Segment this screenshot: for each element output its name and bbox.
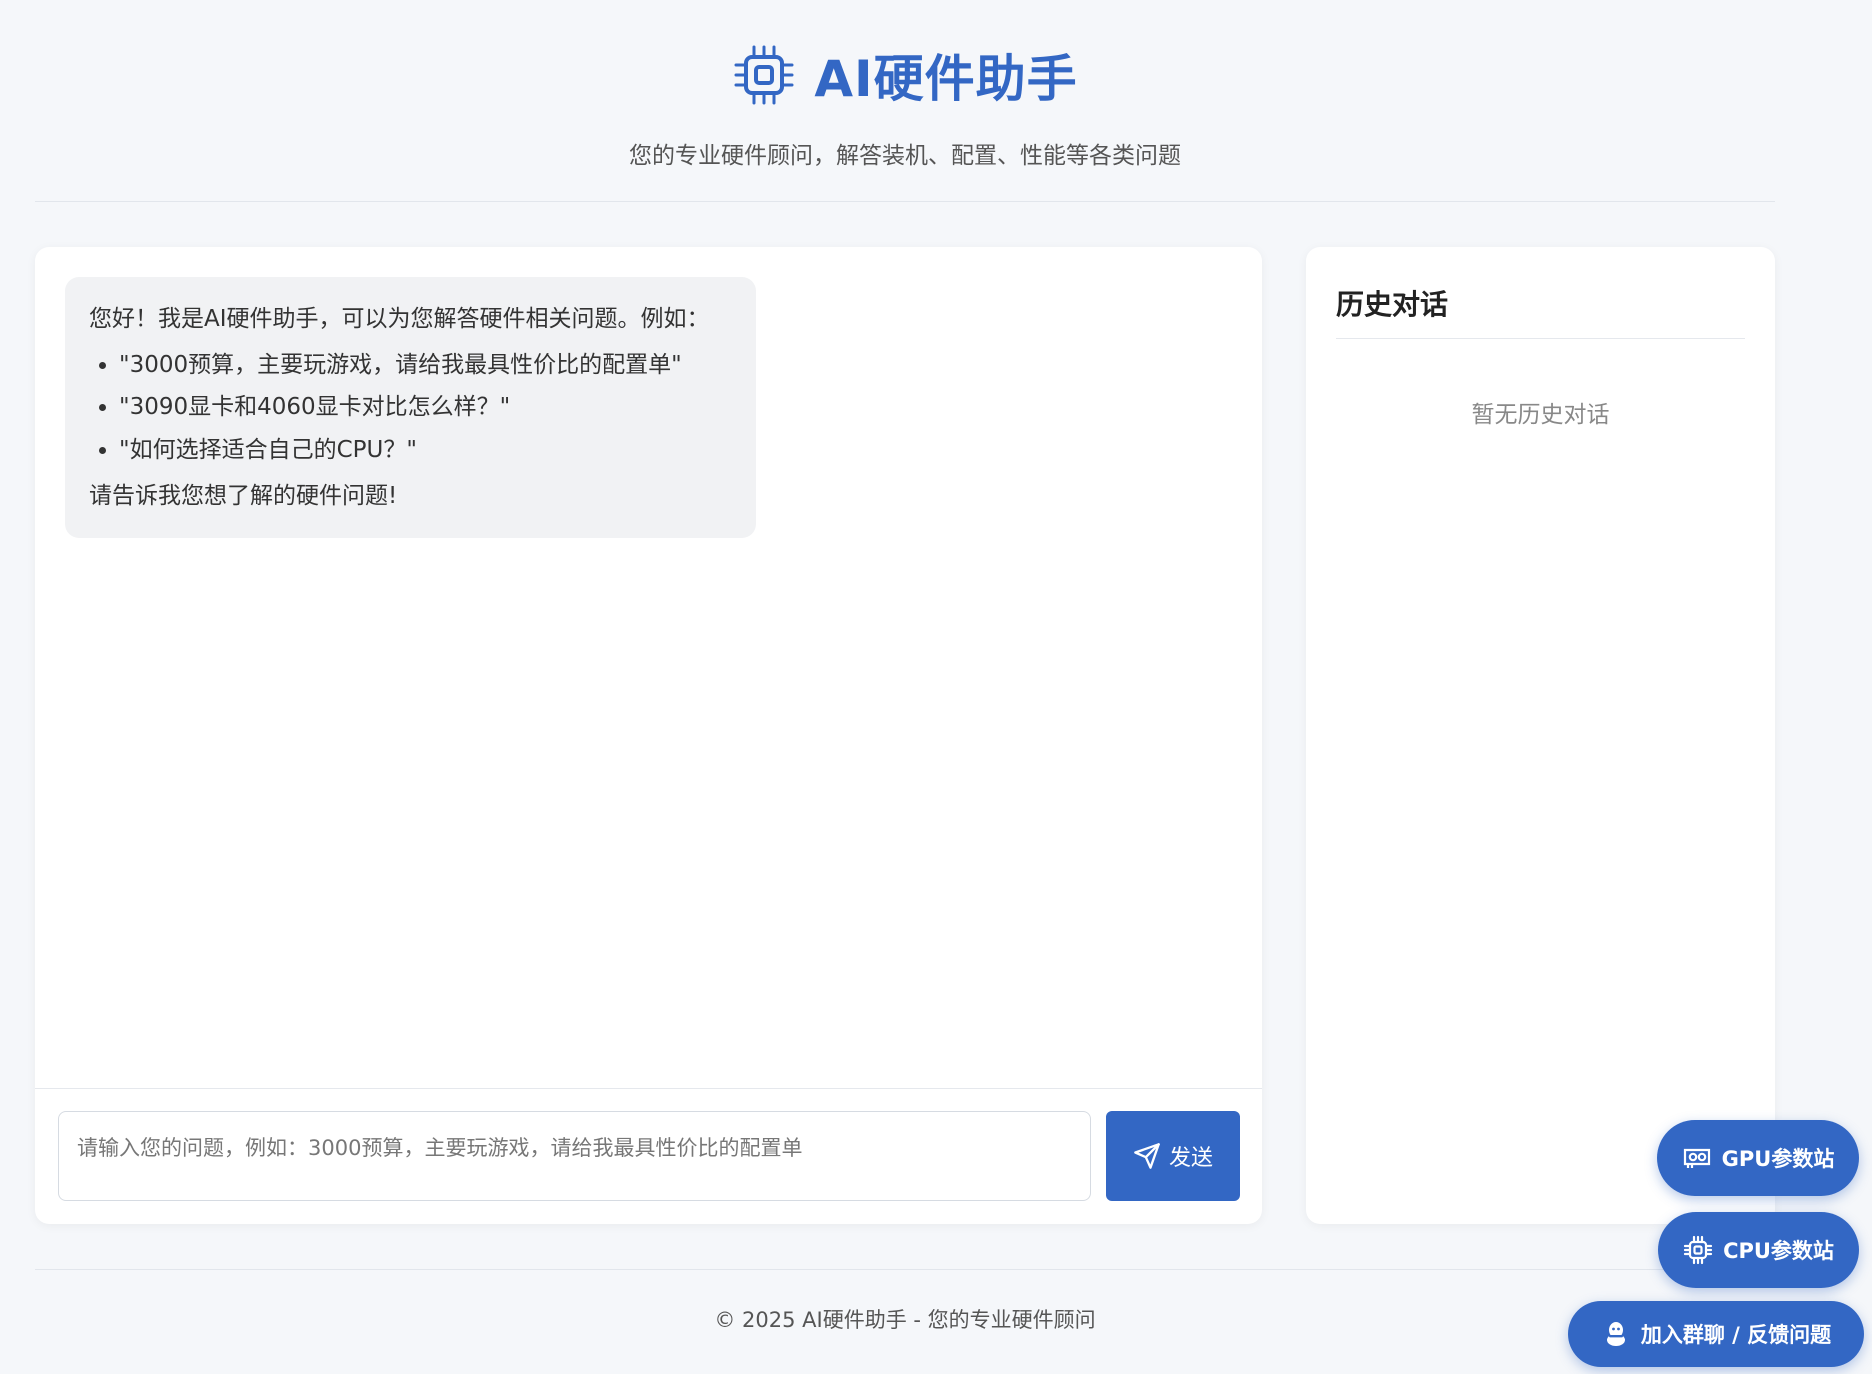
qq-penguin-icon [1606,1322,1625,1346]
page-header: AI硬件助手 您的专业硬件顾问，解答装机、配置、性能等各类问题 [35,0,1775,202]
gpu-params-button[interactable]: GPU参数站 [1657,1120,1859,1196]
example-item: "3000预算，主要玩游戏，请给我最具性价比的配置单" [119,349,732,381]
cpu-chip-icon [1683,1235,1713,1265]
title-row: AI硬件助手 [35,40,1775,110]
example-item: "3090显卡和4060显卡对比怎么样？" [119,391,732,423]
welcome-outro: 请告诉我您想了解的硬件问题! [89,482,398,509]
graphics-card-icon [1683,1148,1710,1168]
chat-panel: 您好！我是AI硬件助手，可以为您解答硬件相关问题。例如： "3000预算，主要玩… [35,247,1262,1224]
join-group-feedback-button[interactable]: 加入群聊 / 反馈问题 [1568,1301,1864,1367]
history-title: 历史对话 [1336,288,1449,321]
footer-divider [35,1269,1775,1270]
cpu-chip-icon [734,45,794,105]
assistant-welcome-message: 您好！我是AI硬件助手，可以为您解答硬件相关问题。例如： "3000预算，主要玩… [65,277,756,538]
message-input[interactable] [58,1111,1091,1201]
paper-plane-icon [1134,1143,1160,1169]
welcome-intro: 您好！我是AI硬件助手，可以为您解答硬件相关问题。例如： [89,306,710,332]
gpu-params-label: GPU参数站 [1721,1147,1835,1171]
history-empty-text: 暂无历史对话 [1471,402,1610,428]
cpu-params-button[interactable]: CPU参数站 [1658,1212,1859,1288]
history-panel: 历史对话 暂无历史对话 [1306,247,1775,1224]
message-input-area: 发送 [35,1088,1262,1224]
footer: © 2025 AI硬件助手 - 您的专业硬件顾问 [714,1308,1096,1332]
cpu-params-label: CPU参数站 [1723,1239,1834,1263]
join-group-feedback-label: 加入群聊 / 反馈问题 [1640,1323,1832,1347]
page-subtitle: 您的专业硬件顾问，解答装机、配置、性能等各类问题 [629,143,1181,169]
example-list: "3000预算，主要玩游戏，请给我最具性价比的配置单" "3090显卡和4060… [119,349,732,466]
example-item: "如何选择适合自己的CPU？" [119,434,732,466]
send-button[interactable]: 发送 [1106,1111,1240,1201]
send-button-label: 发送 [1168,1146,1213,1171]
history-divider [1336,338,1745,339]
page-title: AI硬件助手 [814,50,1078,108]
